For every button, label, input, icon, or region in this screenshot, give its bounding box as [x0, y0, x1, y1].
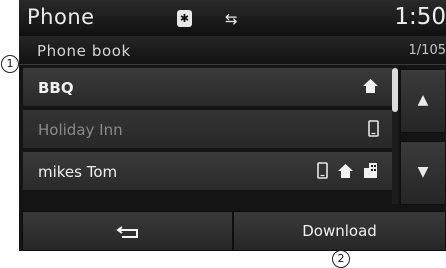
- arrow-down-icon: ▼: [417, 164, 429, 180]
- home-icon: [338, 163, 353, 178]
- bluetooth-icon: ✱: [177, 10, 192, 27]
- contact-count: 1/105: [408, 43, 446, 58]
- contact-row-bbq[interactable]: BBQ: [22, 67, 394, 107]
- scroll-down-button[interactable]: ▼: [400, 141, 446, 205]
- office-icon: [364, 163, 377, 178]
- arrow-up-icon: ▲: [417, 92, 429, 108]
- contact-row-mikes-tom[interactable]: mikes Tom: [22, 151, 394, 191]
- download-label: Download: [302, 222, 377, 240]
- callout-1: 1: [1, 55, 19, 73]
- phonebook-title: Phone book: [37, 42, 131, 60]
- status-bar: Phone ✱ ⇆ 1:50: [19, 0, 446, 36]
- clock: 1:50: [394, 4, 446, 30]
- scrollbar[interactable]: [392, 66, 398, 204]
- phonebook-header: Phone book 1/105: [19, 36, 446, 65]
- home-icon: [363, 79, 378, 93]
- contact-row-holiday-inn[interactable]: Holiday Inn: [22, 109, 394, 149]
- download-button[interactable]: Download: [233, 211, 446, 251]
- page-title: Phone: [27, 5, 95, 29]
- contact-name: mikes Tom: [38, 163, 118, 181]
- contact-name: BBQ: [38, 79, 74, 97]
- scroll-up-button[interactable]: ▲: [400, 69, 446, 133]
- contact-name: Holiday Inn: [38, 121, 123, 139]
- mobile-phone-icon: [317, 162, 328, 179]
- usb-icon: ⇆: [225, 10, 238, 28]
- back-button[interactable]: [22, 211, 233, 251]
- scrollbar-thumb[interactable]: [392, 68, 398, 112]
- mobile-phone-icon: [368, 120, 379, 137]
- phone-screen: Phone ✱ ⇆ 1:50 Phone book 1/105 BBQ Holi…: [19, 0, 446, 251]
- callout-2: 2: [332, 250, 350, 268]
- back-arrow-icon: [115, 226, 138, 238]
